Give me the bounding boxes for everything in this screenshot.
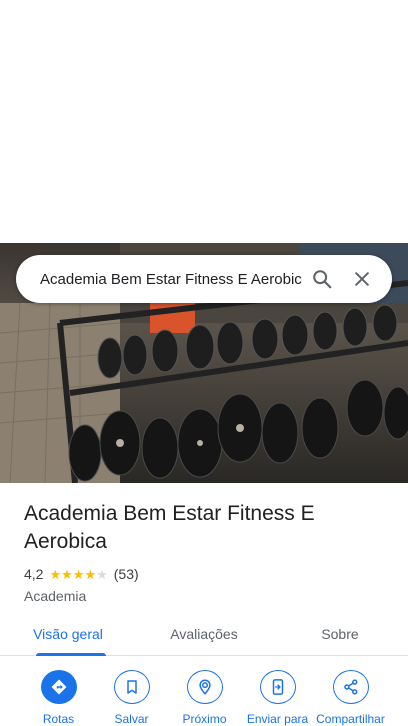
nearby-button[interactable]: Próximo — [168, 670, 241, 726]
share-label: Compartilhar — [316, 712, 385, 726]
search-icon[interactable] — [302, 259, 342, 299]
star-empty-icon: ★ — [96, 566, 108, 582]
star-filled-icon: ★ — [84, 566, 97, 582]
send-to-phone-icon — [259, 670, 296, 704]
directions-icon — [40, 670, 77, 704]
rating-row[interactable]: 4,2 ★ ★ ★ ★ ★ (53) — [24, 564, 384, 584]
tab-label: Avaliações — [170, 625, 238, 642]
star-filled-icon: ★ — [61, 566, 73, 582]
share-icon — [332, 670, 369, 704]
place-info: Academia Bem Estar Fitness E Aerobica 4,… — [24, 500, 384, 606]
tab-reviews[interactable]: Avaliações — [136, 612, 272, 655]
send-to-phone-label: Enviar para — [246, 712, 309, 726]
search-bar[interactable]: Academia Bem Estar Fitness E Aerobica — [16, 255, 392, 303]
place-category[interactable]: Academia — [24, 586, 384, 606]
rating-value: 4,2 — [24, 566, 44, 582]
action-buttons: Rotas Salvar Próximo Enviar para Compart… — [0, 670, 408, 726]
directions-button[interactable]: Rotas — [22, 670, 95, 726]
directions-label: Rotas — [42, 712, 75, 726]
send-to-phone-button[interactable]: Enviar para — [241, 670, 314, 726]
nearby-icon — [186, 670, 223, 704]
star-filled-icon: ★ — [72, 566, 85, 582]
reviews-count: (53) — [113, 566, 139, 582]
save-button[interactable]: Salvar — [95, 670, 168, 726]
tab-label: Visão geral — [33, 625, 103, 642]
tab-overview[interactable]: Visão geral — [0, 612, 136, 656]
nearby-label: Próximo — [182, 712, 227, 726]
place-title: Academia Bem Estar Fitness E Aerobica — [24, 502, 315, 553]
bookmark-icon — [113, 670, 150, 704]
map-blank-area — [0, 0, 408, 243]
tab-label: Sobre — [321, 625, 359, 642]
save-label: Salvar — [114, 712, 149, 726]
place-tabs: Visão geral Avaliações Sobre — [0, 612, 408, 656]
close-icon[interactable] — [342, 259, 382, 299]
share-button[interactable]: Compartilhar — [314, 670, 387, 726]
star-filled-icon: ★ — [49, 566, 62, 582]
tab-about[interactable]: Sobre — [272, 612, 408, 655]
search-query-text[interactable]: Academia Bem Estar Fitness E Aerobica — [40, 271, 302, 288]
star-rating: ★ ★ ★ ★ ★ — [49, 568, 107, 581]
